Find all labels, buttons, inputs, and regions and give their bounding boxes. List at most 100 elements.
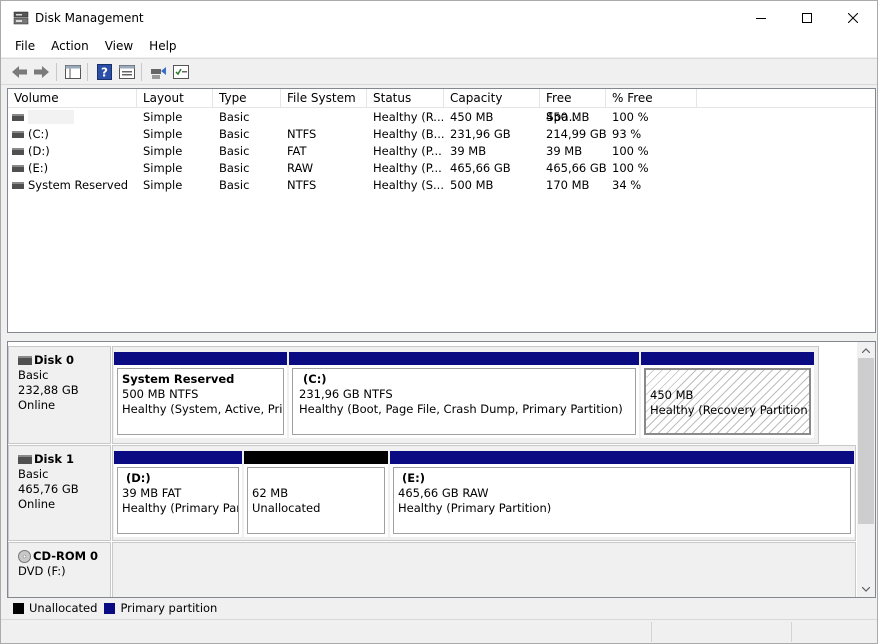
disk-1-state: Online xyxy=(18,497,56,511)
cell-status: Healthy (B... xyxy=(373,127,444,141)
scroll-down-button[interactable] xyxy=(857,581,875,597)
cell-file-system: NTFS xyxy=(287,178,317,192)
properties-icon xyxy=(119,65,135,79)
column-header-file-system[interactable]: File System xyxy=(281,89,367,108)
checklist-button[interactable] xyxy=(172,63,190,81)
column-header-capacity[interactable]: Capacity xyxy=(444,89,540,108)
column-header-free-space[interactable]: Free Spa... xyxy=(540,89,606,124)
cell-type: Basic xyxy=(219,127,250,141)
rescan-icon xyxy=(150,66,166,79)
disk-1-size: 465,76 GB xyxy=(18,482,79,496)
legend-label: Primary partition xyxy=(120,601,218,615)
back-arrow-icon xyxy=(11,66,27,78)
column-header-status[interactable]: Status xyxy=(367,89,444,108)
column-header-percent-free[interactable]: % Free xyxy=(606,89,697,108)
cell-volume: System Reserved xyxy=(28,178,129,192)
maximize-icon xyxy=(802,13,812,23)
svg-text:?: ? xyxy=(101,66,108,80)
partition-type-bar xyxy=(114,352,287,365)
pane-splitter[interactable] xyxy=(1,334,877,341)
partition-status: Healthy (Recovery Partition) xyxy=(650,403,811,417)
menu-file[interactable]: File xyxy=(7,39,43,53)
toolbar-separator xyxy=(87,63,88,81)
title-bar[interactable]: Disk Management xyxy=(1,1,877,35)
volume-row[interactable]: Simple Basic Healthy (R... 450 MB 450 MB… xyxy=(8,109,875,126)
partition-size: 62 MB xyxy=(252,486,289,500)
disk-0-label[interactable]: Disk 0 Basic 232,88 GB Online xyxy=(8,346,111,444)
disk-0-state: Online xyxy=(18,398,56,412)
properties-button[interactable] xyxy=(118,63,136,81)
partition-e[interactable]: (E:) 465,66 GB RAW Healthy (Primary Part… xyxy=(390,451,854,537)
cell-type: Basic xyxy=(219,161,250,175)
cell-volume: (D:) xyxy=(28,144,50,158)
disk-icon xyxy=(18,455,32,464)
cell-capacity: 39 MB xyxy=(450,144,487,158)
partition-c[interactable]: (C:) 231,96 GB NTFS Healthy (Boot, Page … xyxy=(289,352,639,438)
toolbar-separator xyxy=(141,63,142,81)
menu-bar: File Action View Help xyxy=(1,35,877,57)
disk-0-type: Basic xyxy=(18,368,49,382)
disk-1-label[interactable]: Disk 1 Basic 465,76 GB Online xyxy=(8,445,111,541)
cell-capacity: 500 MB xyxy=(450,178,494,192)
partition-system-reserved[interactable]: System Reserved 500 MB NTFS Healthy (Sys… xyxy=(114,352,287,438)
cell-layout: Simple xyxy=(143,144,183,158)
minimize-icon xyxy=(756,18,766,19)
disk-0-size: 232,88 GB xyxy=(18,383,79,397)
volume-row[interactable]: (D:) Simple Basic FAT Healthy (P... 39 M… xyxy=(8,143,875,160)
window-title: Disk Management xyxy=(35,11,144,25)
legend-label: Unallocated xyxy=(29,601,98,615)
column-header-layout[interactable]: Layout xyxy=(137,89,213,108)
partition-name: (E:) xyxy=(402,471,425,485)
forward-arrow-icon xyxy=(33,66,49,78)
partition-d[interactable]: (D:) 39 MB FAT Healthy (Primary Partitio… xyxy=(114,451,242,537)
cell-percent-free: 100 % xyxy=(612,110,649,124)
column-header-volume[interactable]: Volume xyxy=(8,89,137,108)
disk-0-name: Disk 0 xyxy=(34,353,74,367)
disk-graphical-view[interactable]: Disk 0 Basic 232,88 GB Online System Res… xyxy=(7,341,876,598)
cell-percent-free: 100 % xyxy=(612,161,649,175)
cell-layout: Simple xyxy=(143,161,183,175)
menu-action[interactable]: Action xyxy=(43,39,97,53)
partition-status: Healthy (Primary Partition) xyxy=(122,501,238,515)
volume-row[interactable]: (C:) Simple Basic NTFS Healthy (B... 231… xyxy=(8,126,875,143)
partition-name xyxy=(252,471,384,486)
disk-icon xyxy=(18,356,32,365)
menu-help[interactable]: Help xyxy=(141,39,184,53)
volume-row[interactable]: (E:) Simple Basic RAW Healthy (P... 465,… xyxy=(8,160,875,177)
help-button[interactable]: ? xyxy=(95,63,113,81)
cell-percent-free: 93 % xyxy=(612,127,642,141)
cdrom-0-name: CD-ROM 0 xyxy=(33,549,99,563)
cell-file-system xyxy=(281,109,367,126)
partition-status: Healthy (Boot, Page File, Crash Dump, Pr… xyxy=(299,402,623,416)
disk-0-partitions: System Reserved 500 MB NTFS Healthy (Sys… xyxy=(112,346,819,444)
disk-pane-scrollbar[interactable] xyxy=(857,342,875,597)
partition-recovery[interactable]: 450 MB Healthy (Recovery Partition) xyxy=(641,352,814,438)
scroll-thumb[interactable] xyxy=(858,358,874,524)
cdrom-0-label[interactable]: CD-ROM 0 DVD (F:) xyxy=(8,542,111,597)
maximize-button[interactable] xyxy=(785,1,829,35)
show-hide-console-tree-button[interactable] xyxy=(64,63,82,81)
volume-row[interactable]: System Reserved Simple Basic NTFS Health… xyxy=(8,177,875,194)
forward-button[interactable] xyxy=(32,63,50,81)
menu-view[interactable]: View xyxy=(97,39,141,53)
rescan-disks-button[interactable] xyxy=(149,63,167,81)
minimize-button[interactable] xyxy=(739,1,783,35)
cell-file-system: FAT xyxy=(287,144,307,158)
cell-free-space: 450 MB xyxy=(546,110,590,124)
legend-item-unallocated: Unallocated xyxy=(13,601,97,615)
close-button[interactable] xyxy=(831,1,875,35)
cell-volume xyxy=(8,109,137,126)
help-icon: ? xyxy=(96,64,112,80)
legend-swatch-unallocated xyxy=(13,602,24,614)
cell-capacity: 450 MB xyxy=(450,110,494,124)
back-button[interactable] xyxy=(10,63,28,81)
partition-size: 450 MB xyxy=(650,388,694,402)
legend-item-primary: Primary partition xyxy=(104,601,217,615)
partition-size-fs: 500 MB NTFS xyxy=(122,387,199,401)
partition-unallocated[interactable]: 62 MB Unallocated xyxy=(244,451,388,537)
column-header-type[interactable]: Type xyxy=(213,89,281,108)
chevron-down-icon xyxy=(862,586,870,592)
scroll-up-button[interactable] xyxy=(857,342,875,358)
volume-list[interactable]: Volume Layout Type File System Status Ca… xyxy=(7,88,876,333)
cell-status: Healthy (S... xyxy=(373,178,444,192)
